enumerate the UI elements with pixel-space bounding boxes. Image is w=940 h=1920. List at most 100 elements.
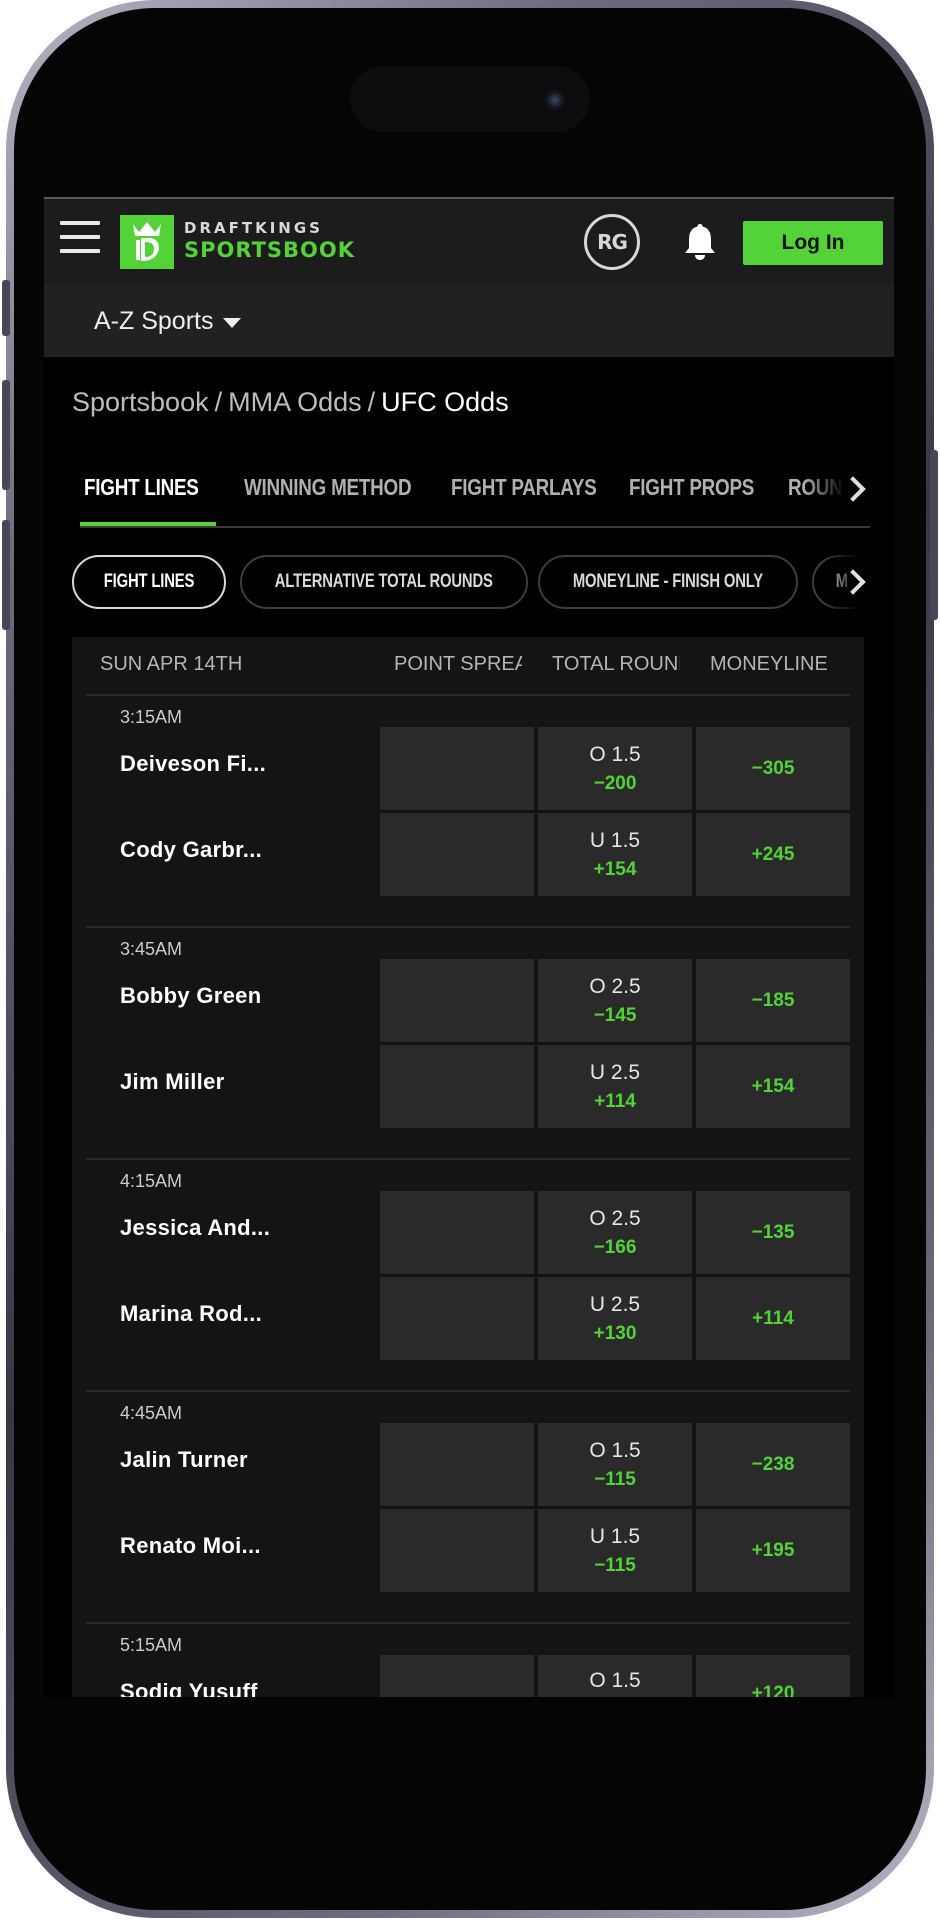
total-odds: −200	[593, 772, 637, 794]
fighter-name[interactable]: Jessica And...	[120, 1215, 270, 1241]
pill-moneyline-finish-only[interactable]: MONEYLINE - FINISH ONLY	[538, 555, 798, 609]
moneyline-cell[interactable]: +195	[696, 1509, 850, 1592]
fighter-name[interactable]: Deiveson Fi...	[120, 751, 266, 777]
point-spread-cell	[380, 1423, 534, 1506]
tab-fight-lines[interactable]: FIGHT LINES	[84, 457, 199, 517]
moneyline-cell[interactable]: −135	[696, 1191, 850, 1274]
total-odds: −115	[594, 1554, 636, 1576]
total-rounds-cell[interactable]: U 2.5 +130	[538, 1277, 692, 1360]
fighter-name[interactable]: Jalin Turner	[120, 1447, 248, 1473]
event-time: 5:15AM	[120, 1635, 183, 1655]
fighter-name[interactable]: Renato Moi...	[120, 1533, 261, 1559]
tab-fight-parlays[interactable]: FIGHT PARLAYS	[451, 457, 597, 517]
total-line: U 2.5	[589, 1292, 641, 1316]
rg-label: RG	[597, 230, 628, 254]
column-total-rounds: TOTAL ROUNDS	[552, 653, 680, 675]
fighter-name[interactable]: Sodiq Yusuff	[120, 1679, 258, 1697]
bell-icon[interactable]	[680, 221, 720, 263]
point-spread-cell	[380, 813, 534, 896]
pill-alternative-total-rounds[interactable]: ALTERNATIVE TOTAL ROUNDS	[240, 555, 528, 609]
brand-wordmark[interactable]: DRAFTKINGS SPORTSBOOK	[184, 221, 355, 261]
moneyline-odds: +154	[751, 1075, 795, 1097]
moneyline-cell[interactable]: −185	[696, 959, 850, 1042]
moneyline-cell[interactable]: +245	[696, 813, 850, 896]
tab-fight-props[interactable]: FIGHT PROPS	[629, 457, 754, 517]
pill-fight-lines[interactable]: FIGHT LINES	[72, 555, 226, 609]
odds-table: SUN APR 14TH POINT SPREAD TOTAL ROUNDS M…	[72, 637, 864, 1697]
moneyline-cell[interactable]: −305	[696, 727, 850, 810]
event-row: 4:15AM Jessica And... O 2.5 −166 −135 Mar…	[86, 1159, 850, 1392]
total-rounds-cell[interactable]: O 2.5 −166	[538, 1191, 692, 1274]
moneyline-odds: −305	[751, 757, 795, 779]
point-spread-cell	[380, 1045, 534, 1128]
moneyline-cell[interactable]: +120	[696, 1655, 850, 1697]
az-sports-label: A-Z Sports	[94, 307, 214, 335]
point-spread-cell	[380, 959, 534, 1042]
breadcrumb: Sportsbook / MMA Odds / UFC Odds	[72, 387, 509, 418]
fighter-name[interactable]: Jim Miller	[120, 1069, 224, 1095]
caret-down-icon	[223, 318, 242, 328]
tab-winning-method[interactable]: WINNING METHOD	[244, 457, 412, 517]
app-screen: DRAFTKINGS SPORTSBOOK RG Log In A-Z Spor…	[44, 197, 894, 1697]
fighter-name[interactable]: Marina Rod...	[120, 1301, 262, 1327]
point-spread-cell	[380, 1655, 534, 1697]
total-rounds-cell[interactable]: O 1.5 −200	[538, 727, 692, 810]
top-header: DRAFTKINGS SPORTSBOOK RG Log In	[44, 197, 894, 285]
moneyline-odds: −135	[751, 1221, 795, 1243]
pill-label: ALTERNATIVE TOTAL ROUNDS	[274, 571, 494, 592]
action-button	[2, 280, 10, 336]
total-rounds-cell[interactable]: O 1.5 −115	[538, 1423, 692, 1506]
sports-nav-bar: A-Z Sports	[44, 285, 894, 357]
moneyline-cell[interactable]: −238	[696, 1423, 850, 1506]
breadcrumb-sportsbook[interactable]: Sportsbook	[72, 387, 209, 417]
brand-name: DRAFTKINGS	[184, 219, 323, 237]
event-time: 4:15AM	[120, 1171, 183, 1191]
breadcrumb-mma-odds[interactable]: MMA Odds	[228, 387, 362, 417]
moneyline-odds: +245	[751, 843, 795, 865]
total-rounds-cell[interactable]: U 2.5 +114	[538, 1045, 692, 1128]
event-time: 4:45AM	[120, 1403, 183, 1423]
point-spread-cell	[380, 1191, 534, 1274]
rg-icon[interactable]: RG	[584, 214, 640, 270]
column-point-spread: POINT SPREAD	[394, 653, 522, 675]
fighter-name[interactable]: Bobby Green	[120, 983, 261, 1009]
event-row: 3:15AM Deiveson Fi... O 1.5 −200 −305 Cod…	[86, 695, 850, 928]
login-button[interactable]: Log In	[743, 221, 883, 265]
moneyline-cell[interactable]: +154	[696, 1045, 850, 1128]
total-odds: −166	[593, 1236, 637, 1258]
point-spread-cell	[380, 727, 534, 810]
total-line: O 2.5	[589, 1206, 641, 1230]
event-time: 3:15AM	[120, 707, 183, 727]
total-line: U 2.5	[589, 1060, 641, 1084]
draftkings-logo-icon[interactable]	[120, 215, 174, 269]
total-odds: +114	[594, 1090, 636, 1112]
total-rounds-cell[interactable]: O 2.5 −145	[538, 959, 692, 1042]
total-line: O 1.5	[589, 1438, 641, 1462]
power-button	[930, 450, 938, 620]
table-header: SUN APR 14TH POINT SPREAD TOTAL ROUNDS M…	[72, 637, 864, 696]
market-tabs: FIGHT LINES WINNING METHOD FIGHT PARLAYS…	[44, 457, 874, 527]
total-line: O 1.5	[589, 1669, 641, 1692]
moneyline-odds: −185	[751, 989, 795, 1011]
event-row: 4:45AM Jalin Turner O 1.5 −115 −238 Renat…	[86, 1391, 850, 1624]
total-odds: +154	[593, 858, 637, 880]
moneyline-cell[interactable]: +114	[696, 1277, 850, 1360]
pill-label: MONEYLINE - FINISH ONLY	[572, 571, 764, 592]
camera-icon	[545, 90, 565, 110]
moneyline-odds: +114	[752, 1307, 794, 1329]
pill-label: FIGHT LINES	[103, 571, 195, 592]
moneyline-odds: +195	[751, 1539, 795, 1561]
moneyline-odds: +120	[751, 1683, 795, 1697]
event-row: 5:15AM Sodiq Yusuff O 1.5 +120	[86, 1623, 850, 1697]
date-header: SUN APR 14TH	[100, 653, 243, 675]
point-spread-cell	[380, 1509, 534, 1592]
total-rounds-cell[interactable]: U 1.5 +154	[538, 813, 692, 896]
total-line: U 1.5	[589, 1524, 641, 1548]
az-sports-dropdown[interactable]: A-Z Sports	[94, 307, 242, 336]
breadcrumb-ufc-odds: UFC Odds	[381, 387, 509, 417]
fighter-name[interactable]: Cody Garbr...	[120, 837, 262, 863]
menu-icon[interactable]	[60, 221, 100, 257]
total-rounds-cell[interactable]: U 1.5 −115	[538, 1509, 692, 1592]
total-line: U 1.5	[589, 828, 641, 852]
total-rounds-cell[interactable]: O 1.5	[538, 1655, 692, 1697]
